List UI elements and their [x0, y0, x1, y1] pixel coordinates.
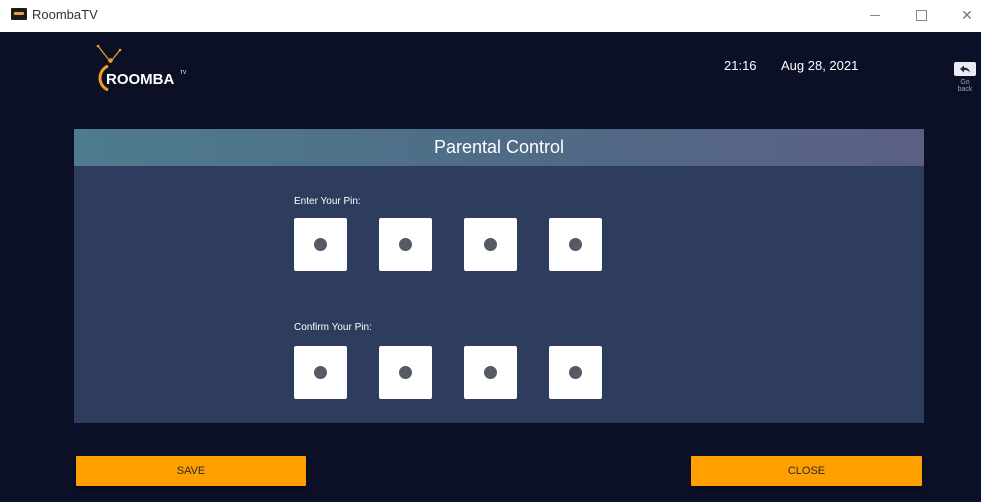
- enter-pin-label: Enter Your Pin:: [294, 196, 361, 207]
- minimize-icon: [870, 15, 880, 16]
- app-icon: [11, 8, 27, 20]
- logo-superscript: TV: [180, 70, 187, 76]
- enter-pin-digit-4[interactable]: [549, 218, 602, 271]
- confirm-pin-digit-1[interactable]: [294, 346, 347, 399]
- antenna-icon: [96, 44, 122, 63]
- maximize-button[interactable]: [898, 0, 944, 31]
- parental-control-panel: Parental Control Enter Your Pin: Confirm…: [74, 129, 924, 423]
- pin-dot-icon: [314, 238, 327, 251]
- app-area: ROOMBA TV 21:16 Aug 28, 2021 Go back Par…: [0, 32, 981, 502]
- maximize-icon: [915, 10, 927, 21]
- minimize-button[interactable]: [852, 0, 898, 31]
- enter-pin-digit-1[interactable]: [294, 218, 347, 271]
- enter-pin-digit-3[interactable]: [464, 218, 517, 271]
- pin-dot-icon: [399, 366, 412, 379]
- pin-dot-icon: [484, 366, 497, 379]
- pin-dot-icon: [399, 238, 412, 251]
- confirm-pin-digit-3[interactable]: [464, 346, 517, 399]
- confirm-pin-label: Confirm Your Pin:: [294, 322, 372, 333]
- current-date: Aug 28, 2021: [781, 58, 859, 73]
- save-button[interactable]: SAVE: [76, 456, 306, 486]
- close-window-button[interactable]: ✕: [944, 0, 981, 31]
- close-button[interactable]: CLOSE: [691, 456, 922, 486]
- close-icon: ✕: [961, 7, 973, 24]
- pin-dot-icon: [569, 238, 582, 251]
- pin-dot-icon: [314, 366, 327, 379]
- enter-pin-digit-2[interactable]: [379, 218, 432, 271]
- panel-title: Parental Control: [74, 129, 924, 166]
- confirm-pin-digit-2[interactable]: [379, 346, 432, 399]
- go-back-label: Go back: [957, 79, 973, 93]
- back-arrow-icon: [954, 62, 976, 76]
- pin-dot-icon: [484, 238, 497, 251]
- window-titlebar: RoombaTV ✕: [0, 0, 981, 33]
- pin-dot-icon: [569, 366, 582, 379]
- go-back-button[interactable]: Go back: [952, 60, 978, 93]
- confirm-pin-digit-4[interactable]: [549, 346, 602, 399]
- window-title: RoombaTV: [32, 7, 98, 22]
- clock-time: 21:16: [724, 58, 757, 73]
- logo-text: ROOMBA: [106, 71, 174, 88]
- roomba-logo: ROOMBA TV: [96, 44, 187, 92]
